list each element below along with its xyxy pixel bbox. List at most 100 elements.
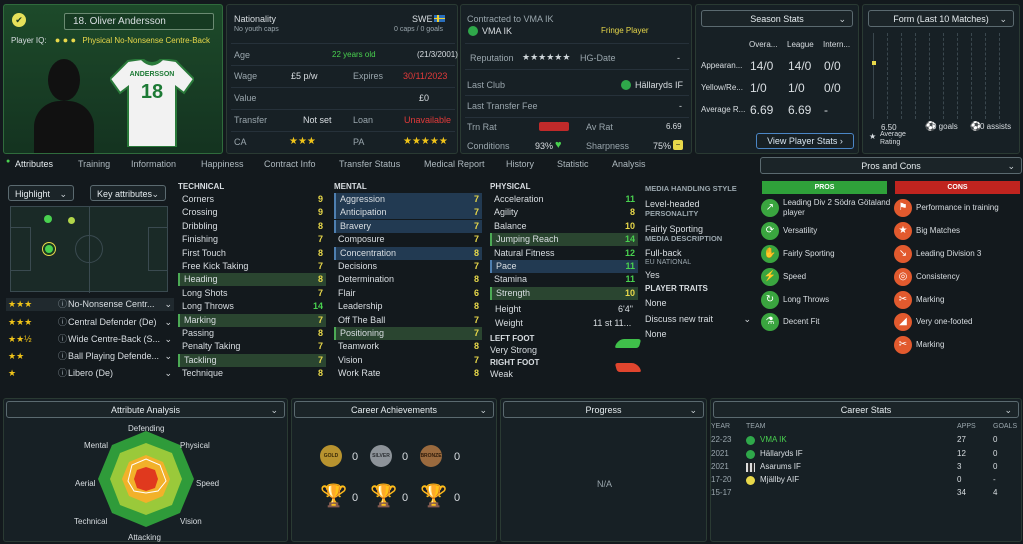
table-row[interactable]: 2021 Hällaryds IF 12 0 [711,449,1021,461]
media-style-value: Level-headed [645,199,700,209]
player-name-box[interactable]: 18. Oliver Andersson [64,13,214,30]
attr-row[interactable]: Work Rate 8 [334,367,482,380]
career-team[interactable]: VMA IK [760,435,787,444]
career-team[interactable]: Mjällby AIF [760,475,799,484]
attr-value: 7 [473,354,479,365]
table-row[interactable]: 2021 Asarums IF 3 0 [711,462,1021,474]
attr-row[interactable]: Free Kick Taking 7 [178,260,326,273]
row-label-apps: Appearan... [701,61,743,70]
career-achievements-dropdown[interactable]: Career Achievements ⌄ [294,401,494,418]
attr-row-key[interactable]: Jumping Reach 14 [490,233,638,247]
attr-row[interactable]: Penalty Taking 7 [178,340,326,353]
tab-statistic[interactable]: Statistic [557,159,589,169]
attribute-analysis-dropdown[interactable]: Attribute Analysis ⌄ [6,401,285,418]
transfer-value[interactable]: Not set [303,115,332,125]
info-icon: ⓘ [58,299,68,309]
right-boot-icon [614,363,642,372]
con-item: Marking [916,340,945,349]
view-player-stats-button[interactable]: View Player Stats › [756,133,854,149]
pros-header: PROS [762,181,887,194]
attr-value: 7 [473,328,479,338]
contract-club[interactable]: VMA IK [482,26,512,36]
attr-row-key[interactable]: Strength 10 [490,286,638,300]
form-assists: 0 assists [980,122,1012,131]
attr-row[interactable]: Teamwork 8 [334,340,482,353]
loan-value[interactable]: Unavailable [404,115,451,125]
career-goals: - [993,475,996,484]
youth-caps: No youth caps [234,26,279,33]
role-row[interactable]: ★ ⓘ Libero (De) ⌄ [6,367,174,380]
tab-analysis[interactable]: Analysis [612,159,646,169]
tab-medical-report[interactable]: Medical Report [424,159,485,169]
attr-row-key[interactable]: Bravery 7 [334,219,482,233]
attr-row[interactable]: Technique 8 [178,367,326,380]
attr-row-key[interactable]: Tackling 7 [178,353,326,367]
attr-name: Anticipation [340,207,387,218]
attr-name: Stamina [494,274,528,285]
table-row[interactable]: 17-20 Mjällby AIF 0 - [711,475,1021,487]
chevron-down-icon: ⌄ [479,405,487,415]
table-row[interactable]: 22-23 VMA IK 27 0 [711,435,1021,447]
attr-row[interactable]: Long Shots 7 [178,287,326,300]
attr-value: 7 [317,341,323,352]
tab-information[interactable]: Information [131,159,176,169]
tab-attributes[interactable]: Attributes [15,159,53,169]
attr-row-key[interactable]: Aggression 7 [334,193,482,206]
career-apps: 34 [957,488,966,497]
tab-history[interactable]: History [506,159,534,169]
key-attributes-dropdown[interactable]: Key attributes ⌄ [90,185,166,201]
last-club-value[interactable]: Hällaryds IF [635,80,683,90]
attr-row[interactable]: Off The Ball 7 [334,314,482,327]
attr-row-key[interactable]: Concentration 8 [334,246,482,260]
attr-row-key[interactable]: Heading 8 [178,273,326,287]
attr-row[interactable]: Acceleration 11 [490,193,638,206]
pros-cons-dropdown[interactable]: Pros and Cons ⌄ [760,157,1022,174]
attr-row[interactable]: Vision 7 [334,354,482,367]
table-row[interactable]: 15-17 34 4 [711,488,1021,500]
gold-count: 0 [352,451,359,463]
attr-row[interactable]: Finishing 7 [178,233,326,246]
attr-row[interactable]: Crossing 9 [178,206,326,219]
attr-row-key[interactable]: Pace 11 [490,260,638,273]
tab-happiness[interactable]: Happiness [201,159,244,169]
tab-transfer-status[interactable]: Transfer Status [339,159,400,169]
attr-row[interactable]: Agility 8 [490,206,638,219]
attr-row[interactable]: Balance 10 [490,220,638,233]
attr-row-key[interactable]: Anticipation 7 [334,206,482,220]
versatility-icon: ⟳ [761,222,779,240]
career-team[interactable]: Hällaryds IF [760,449,803,458]
highlight-dropdown[interactable]: Highlight ⌄ [8,185,74,201]
form-dropdown[interactable]: Form (Last 10 Matches) ⌄ [868,10,1014,27]
silver-cup-count: 0 [402,492,409,504]
attr-row[interactable]: Corners 9 [178,193,326,206]
contract-title: Contracted to VMA IK [467,14,554,24]
attr-row[interactable]: Passing 8 [178,327,326,340]
attr-row[interactable]: Dribbling 8 [178,220,326,233]
attr-row[interactable]: Determination 8 [334,273,482,286]
attr-row[interactable]: Natural Fitness 12 [490,247,638,260]
attr-row-key[interactable]: Positioning 7 [334,327,482,340]
attr-name: Technique [182,368,224,379]
career-team[interactable]: Asarums IF [760,462,801,471]
nationality-value[interactable]: SWE [412,14,433,24]
role-row[interactable]: ★★ ⓘ Ball Playing Defende... ⌄ [6,350,174,363]
marking-icon: ✂ [894,336,912,354]
attr-row[interactable]: Long Throws 14 [178,300,326,313]
role-row[interactable]: ★★★ ⓘ No-Nonsense Centr... ⌄ [6,298,174,311]
attr-row[interactable]: Leadership 8 [334,300,482,313]
tab-contract-info[interactable]: Contract Info [264,159,316,169]
attr-row[interactable]: Stamina 11 [490,273,638,286]
attr-row-key[interactable]: Marking 7 [178,313,326,327]
attr-row[interactable]: Decisions 7 [334,260,482,273]
tab-training[interactable]: Training [78,159,110,169]
career-stats-dropdown[interactable]: Career Stats ⌄ [713,401,1019,418]
discuss-trait-dropdown[interactable]: Discuss new trait ⌄ [645,314,751,327]
trn-rat-bar [539,122,569,131]
progress-dropdown[interactable]: Progress ⌄ [503,401,704,418]
attr-row[interactable]: Flair 6 [334,287,482,300]
season-stats-dropdown[interactable]: Season Stats ⌄ [701,10,853,27]
role-row[interactable]: ★★½ ⓘ Wide Centre-Back (S... ⌄ [6,333,174,346]
attr-row[interactable]: Composure 7 [334,233,482,246]
role-row[interactable]: ★★★ ⓘ Central Defender (De) ⌄ [6,316,174,329]
attr-row[interactable]: First Touch 8 [178,247,326,260]
